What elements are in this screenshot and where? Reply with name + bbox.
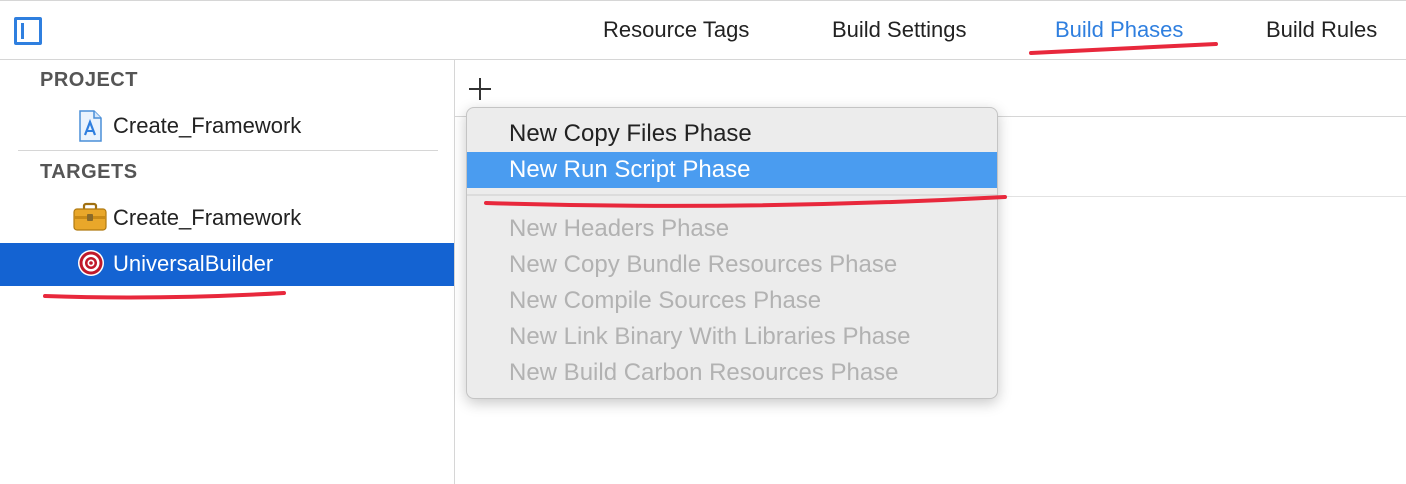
menu-separator xyxy=(467,194,997,196)
sidebar-item-label: Create_Framework xyxy=(113,205,302,230)
sidebar-toggle-bar xyxy=(21,23,24,39)
menu-item-new-build-carbon-resources-phase: New Build Carbon Resources Phase xyxy=(509,359,899,386)
menu-item-new-compile-sources-phase: New Compile Sources Phase xyxy=(509,287,822,314)
add-build-phase-button[interactable] xyxy=(467,76,493,102)
sidebar-item-label: Create_Framework xyxy=(113,113,302,138)
editor-tab-bar: Resource Tags Build Settings Build Phase… xyxy=(0,0,1406,60)
add-phase-menu: New Copy Files Phase New Run Script Phas… xyxy=(466,107,998,399)
tab-resource-tags[interactable]: Resource Tags xyxy=(603,17,749,43)
phase-row-divider xyxy=(995,196,1406,197)
menu-item-new-link-binary-phase: New Link Binary With Libraries Phase xyxy=(509,323,911,350)
tab-build-settings[interactable]: Build Settings xyxy=(832,17,967,43)
sidebar-item-project[interactable]: Create_Framework xyxy=(0,104,454,148)
project-navigator: PROJECT Create_Framework TARGETS Create_… xyxy=(0,60,455,484)
sidebar-item-label: UniversalBuilder xyxy=(113,251,274,276)
xcode-project-icon xyxy=(77,110,103,147)
project-section-header: PROJECT xyxy=(40,69,138,91)
target-icon xyxy=(77,249,105,282)
targets-section-header: TARGETS xyxy=(40,161,138,183)
menu-item-new-run-script-phase[interactable]: New Run Script Phase xyxy=(467,152,997,188)
sidebar-item-target-create-framework[interactable]: Create_Framework xyxy=(0,196,454,240)
sidebar-toggle-icon[interactable] xyxy=(14,17,42,45)
tab-build-rules[interactable]: Build Rules xyxy=(1266,17,1377,43)
menu-item-new-copy-files-phase[interactable]: New Copy Files Phase xyxy=(467,116,997,152)
menu-item-new-headers-phase: New Headers Phase xyxy=(509,215,730,242)
plus-icon-stroke xyxy=(479,78,481,100)
toolbox-icon xyxy=(73,202,107,237)
menu-item-new-copy-bundle-resources-phase: New Copy Bundle Resources Phase xyxy=(509,251,898,278)
xcode-project-editor: Resource Tags Build Settings Build Phase… xyxy=(0,0,1406,484)
sidebar-divider xyxy=(18,150,438,151)
sidebar-item-target-universalbuilder[interactable]: UniversalBuilder xyxy=(0,243,454,286)
tab-build-phases[interactable]: Build Phases xyxy=(1055,17,1183,43)
